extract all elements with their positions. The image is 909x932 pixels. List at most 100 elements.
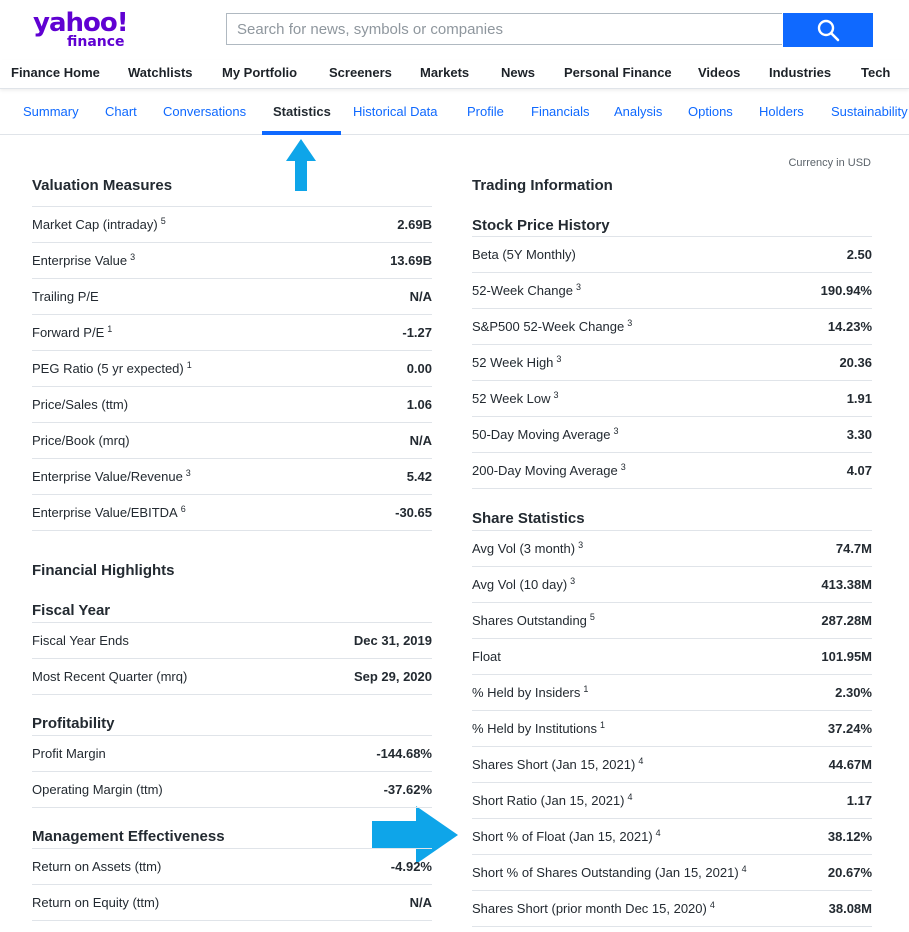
nav-watchlists[interactable]: Watchlists [128,65,193,80]
nav-screeners[interactable]: Screeners [329,65,392,80]
table-row: Return on Equity (ttm) N/A [32,884,432,920]
row-value: 1.17 [846,793,872,808]
row-value: 20.67% [827,865,872,880]
table-row: Short % of Float (Jan 15, 2021) 4 38.12% [472,818,872,854]
row-value: 74.7M [835,541,872,556]
row-label-text: Short % of Float (Jan 15, 2021) [472,829,653,844]
row-label: % Held by Institutions 1 [472,721,605,737]
row-value: 1.91 [846,391,872,406]
table-row: Market Cap (intraday) 5 2.69B [32,206,432,242]
row-label-text: Return on Assets (ttm) [32,859,162,874]
yahoo-finance-logo[interactable]: yahoo! finance [33,8,133,52]
row-label: Avg Vol (10 day) 3 [472,576,576,593]
row-value: Dec 31, 2019 [353,633,432,648]
tab-financials[interactable]: Financials [531,104,590,119]
table-divider [32,807,432,808]
tab-holders[interactable]: Holders [759,104,804,119]
nav-personal-finance[interactable]: Personal Finance [564,65,672,80]
row-value: 190.94% [820,283,872,298]
up-arrow-icon [286,139,316,191]
row-label-text: Trailing P/E [32,289,99,304]
tab-profile[interactable]: Profile [467,104,504,119]
row-label: Trailing P/E [32,289,99,304]
row-value: 14.23% [827,319,872,334]
row-label: 200-Day Moving Average 3 [472,462,626,479]
tab-analysis[interactable]: Analysis [614,104,662,119]
row-value: 44.67M [828,757,872,772]
currency-note: Currency in USD [788,157,871,169]
nav-tech[interactable]: Tech [861,65,890,80]
row-label: Float [472,649,501,664]
table-row: Operating Margin (ttm) -37.62% [32,771,432,807]
tab-summary[interactable]: Summary [23,104,79,119]
tab-chart[interactable]: Chart [105,104,137,119]
tab-historical-data[interactable]: Historical Data [353,104,438,119]
table-row: Beta (5Y Monthly) 2.50 [472,236,872,272]
logo-subtext: finance [67,34,125,50]
table-row: Most Recent Quarter (mrq) Sep 29, 2020 [32,658,432,694]
footnote-marker: 4 [627,792,633,802]
tab-sustainability[interactable]: Sustainability [831,104,908,119]
footnote-marker: 3 [620,462,626,472]
fiscal-year-title: Fiscal Year [32,602,111,619]
row-label-text: Enterprise Value/Revenue [32,469,183,484]
footnote-marker: 6 [180,504,186,514]
row-label: 52-Week Change 3 [472,282,581,299]
row-label: Return on Equity (ttm) [32,895,159,910]
footnote-marker: 4 [741,864,747,874]
table-row: Short % of Shares Outstanding (Jan 15, 2… [472,854,872,890]
tab-conversations[interactable]: Conversations [163,104,246,119]
row-label-text: 52-Week Change [472,283,573,298]
row-value: 2.69B [397,217,432,232]
table-row: Shares Short (prior month Dec 15, 2020) 4… [472,890,872,926]
row-label-text: Most Recent Quarter (mrq) [32,669,188,684]
row-value: 13.69B [390,253,432,268]
row-label-text: Enterprise Value [32,253,128,268]
row-value: -4.92% [390,859,432,874]
footnote-marker: 3 [570,576,576,586]
row-value: N/A [409,895,432,910]
table-row: Forward P/E 1 -1.27 [32,314,432,350]
row-value: 3.30 [846,427,872,442]
table-row: Price/Book (mrq) N/A [32,422,432,458]
row-label: 52 Week Low 3 [472,391,559,407]
row-label-text: S&P500 52-Week Change [472,319,625,334]
footnote-marker: 1 [186,360,192,370]
nav-industries[interactable]: Industries [769,65,831,80]
share-statistics-title: Share Statistics [472,510,585,527]
footnote-marker: 3 [627,318,633,328]
table-row: Enterprise Value 3 13.69B [32,242,432,278]
tab-statistics[interactable]: Statistics [273,104,331,119]
nav-news[interactable]: News [501,65,535,80]
footnote-marker: 3 [130,252,136,262]
footnote-marker: 1 [583,684,589,694]
table-row: % Held by Institutions 1 37.24% [472,710,872,746]
management-effectiveness-title: Management Effectiveness [32,828,225,845]
row-value: 4.07 [846,463,872,478]
row-label: Fiscal Year Ends [32,633,129,648]
quote-tabs: Summary Chart Conversations Statistics H… [0,92,909,135]
row-label: Enterprise Value/Revenue 3 [32,469,191,485]
row-value: 0.00 [406,361,432,376]
nav-finance-home[interactable]: Finance Home [11,65,100,80]
row-label: Short % of Shares Outstanding (Jan 15, 2… [472,864,747,881]
search-button[interactable] [783,13,873,47]
nav-videos[interactable]: Videos [698,65,740,80]
row-value: 38.08M [828,901,872,916]
valuation-measures-title: Valuation Measures [32,177,173,194]
row-label-text: PEG Ratio (5 yr expected) [32,361,184,376]
footnote-marker: 3 [575,282,581,292]
tab-options[interactable]: Options [688,104,733,119]
table-row: 52 Week High 3 20.36 [472,344,872,380]
table-row: Price/Sales (ttm) 1.06 [32,386,432,422]
row-label-text: Forward P/E [32,325,105,340]
row-label: Return on Assets (ttm) [32,859,161,874]
table-divider [32,530,432,531]
search-input[interactable] [226,13,782,45]
footnote-marker: 3 [578,540,584,550]
nav-my-portfolio[interactable]: My Portfolio [222,65,297,80]
nav-markets[interactable]: Markets [420,65,469,80]
row-value: -144.68% [376,746,432,761]
row-value: 5.42 [406,469,432,484]
footnote-marker: 4 [655,828,661,838]
